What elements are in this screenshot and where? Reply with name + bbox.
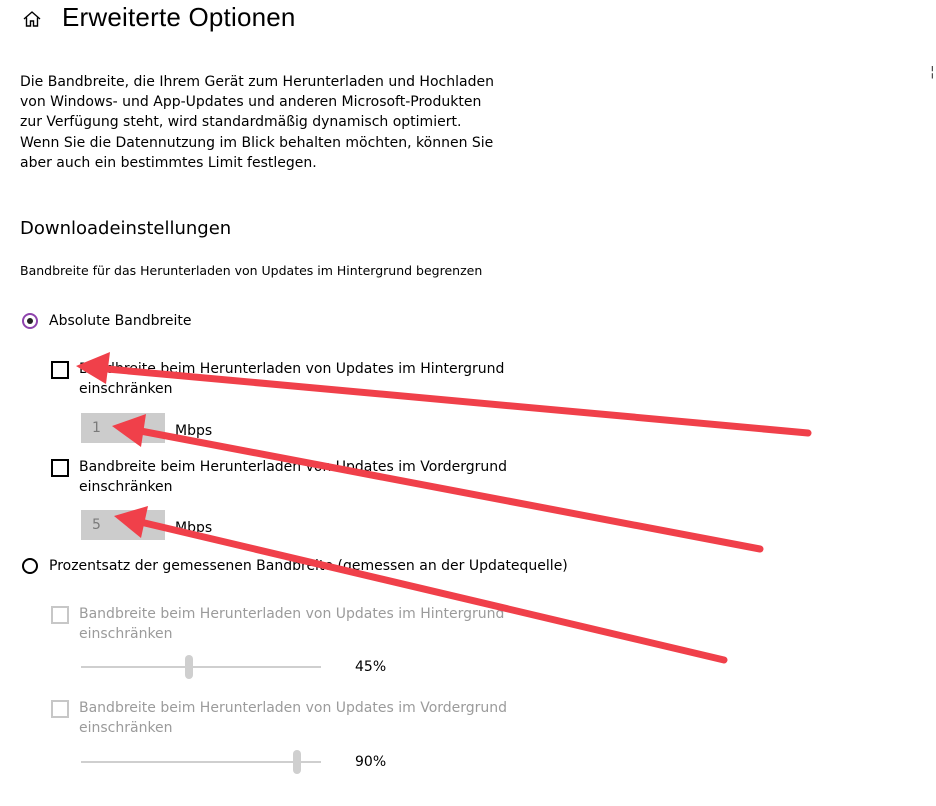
checkbox-percentage-foreground[interactable]: [51, 700, 69, 718]
description: Die Bandbreite, die Ihrem Gerät zum Heru…: [20, 72, 494, 173]
section-title-download: Downloadeinstellungen: [20, 218, 232, 239]
slider-foreground-value: 90%: [355, 754, 387, 770]
checkbox-percentage-background-label-1: Bandbreite beim Herunterladen von Update…: [79, 606, 505, 622]
radio-absolute-bandwidth[interactable]: [22, 313, 38, 329]
checkbox-absolute-foreground[interactable]: [51, 459, 69, 477]
description-line: von Windows- und App-Updates und anderen…: [20, 94, 482, 111]
radio-percentage-label: Prozentsatz der gemessenen Bandbreite (g…: [49, 558, 568, 574]
slider-foreground-thumb[interactable]: [293, 750, 301, 774]
edge-glyph: ¦: [930, 64, 935, 80]
slider-background-value: 45%: [355, 659, 387, 675]
checkbox-percentage-background-label-2: einschränken: [79, 626, 173, 642]
home-icon[interactable]: [22, 9, 42, 29]
description-line: Die Bandbreite, die Ihrem Gerät zum Heru…: [20, 74, 494, 90]
checkbox-percentage-foreground-label-1: Bandbreite beim Herunterladen von Update…: [79, 700, 508, 716]
background-mbps-input[interactable]: 1: [81, 413, 165, 443]
radio-absolute-label: Absolute Bandbreite: [49, 313, 192, 329]
slider-background-thumb[interactable]: [185, 655, 193, 679]
checkbox-absolute-background-label-2: einschränken: [79, 381, 173, 397]
checkbox-percentage-foreground-label-2: einschränken: [79, 720, 173, 736]
foreground-mbps-input[interactable]: 5: [81, 510, 165, 540]
download-subtitle: Bandbreite für das Herunterladen von Upd…: [20, 263, 483, 278]
description-line: zur Verfügung steht, wird standardmäßig …: [20, 114, 462, 131]
checkbox-absolute-foreground-label-2: einschränken: [79, 479, 173, 495]
checkbox-absolute-background[interactable]: [51, 361, 69, 379]
page-title: Erweiterte Optionen: [62, 2, 296, 32]
slider-background-track[interactable]: [81, 666, 321, 668]
checkbox-absolute-background-label-1: Bandbreite beim Herunterladen von Update…: [79, 361, 505, 377]
checkbox-absolute-foreground-label-1: Bandbreite beim Herunterladen von Update…: [79, 459, 508, 475]
description-line: aber auch ein bestimmtes Limit festlegen…: [20, 154, 317, 171]
foreground-mbps-unit: Mbps: [175, 520, 213, 536]
checkbox-percentage-background[interactable]: [51, 606, 69, 624]
radio-percentage-bandwidth[interactable]: [22, 558, 38, 574]
slider-foreground-track[interactable]: [81, 761, 321, 763]
background-mbps-unit: Mbps: [175, 423, 213, 439]
description-line: Wenn Sie die Datennutzung im Blick behal…: [20, 134, 494, 151]
